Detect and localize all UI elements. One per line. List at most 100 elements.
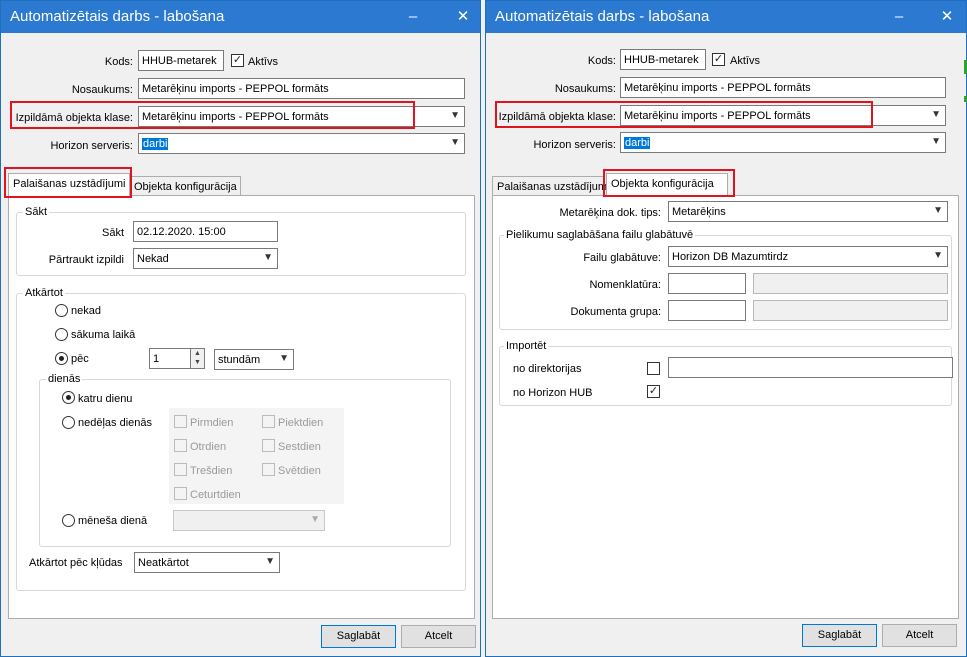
checkbox-piektdien[interactable] [262,415,275,428]
radio-sakuma-label: sākuma laikā [71,329,136,341]
pirmdien-label: Pirmdien [190,417,234,429]
pec-unit-combobox[interactable]: stundām ▼ [214,349,294,370]
nomenklatura-input[interactable] [668,273,746,294]
radio-pec-label: pēc [71,353,89,365]
dok-grupa-input[interactable] [668,300,746,321]
server-combobox[interactable]: darbi ▼ [620,132,946,153]
radio-nedelas-dienas[interactable] [62,416,75,429]
radio-menesa-diena-label: mēneša dienā [78,515,148,527]
checkbox-svetdien[interactable] [262,463,275,476]
right-title-bar[interactable]: Automatizētais darbs - labošana – ✕ [486,1,966,33]
nosaukums-label: Nosaukums: [554,83,616,95]
dok-tips-combobox[interactable]: Metarēķins ▼ [668,201,948,222]
partraukt-combobox[interactable]: Nekad ▼ [133,248,278,269]
aktivs-checkbox[interactable]: ✓ [712,53,725,66]
kods-label: Kods: [587,55,616,67]
radio-katru-dienu-label: katru dienu [78,393,133,405]
tab-objekta-konfiguracija[interactable]: Objekta konfigurācija [129,176,241,197]
chevron-down-icon: ▼ [265,556,275,567]
left-title-bar[interactable]: Automatizētais darbs - labošana – ✕ [1,1,480,33]
tresdien-label: Trešdien [190,465,233,477]
spin-down-icon[interactable]: ▼ [191,358,204,367]
highlight-box-tab [4,167,132,198]
aktivs-checkbox[interactable]: ✓ [231,54,244,67]
kods-label: Kods: [104,56,133,68]
radio-katru-dienu[interactable] [62,391,75,404]
radio-menesa-diena[interactable] [62,514,75,527]
window-title: Automatizētais darbs - labošana [10,8,225,25]
sakt-group-label: Sākt [23,206,50,219]
cancel-button[interactable]: Atcelt [882,624,957,647]
server-combobox[interactable]: darbi ▼ [138,133,465,154]
window-title: Automatizētais darbs - labošana [495,8,710,25]
kods-input[interactable]: HHUB-metarek [138,50,224,71]
server-value: darbi [624,137,651,149]
chevron-down-icon: ▼ [450,137,460,148]
server-label: Horizon serveris: [50,140,133,152]
checkbox-ceturtdien[interactable] [174,487,187,500]
radio-sakuma[interactable] [55,328,68,341]
nomenklatura-label: Nomenklatūra: [589,279,661,291]
chevron-down-icon: ▼ [450,110,460,121]
checkbox-tresdien[interactable] [174,463,187,476]
partraukt-value: Nekad [137,253,169,265]
ceturtdien-label: Ceturtdien [190,489,241,501]
no-dir-checkbox[interactable] [647,362,660,375]
close-icon[interactable]: ✕ [932,1,962,33]
tab-panel: Metarēķina dok. tips: Metarēķins ▼ Pieli… [492,195,959,619]
checkbox-sestdien[interactable] [262,439,275,452]
radio-nekad[interactable] [55,304,68,317]
nosaukums-input[interactable]: Metarēķinu imports - PEPPOL formāts [620,77,946,98]
spin-up-icon[interactable]: ▲ [191,349,204,358]
right-dialog-window: Automatizētais darbs - labošana – ✕ Kods… [485,0,967,657]
left-dialog-window: Automatizētais darbs - labošana – ✕ Kods… [0,0,481,657]
dienas-group-label: dienās [46,373,83,386]
chevron-down-icon: ▼ [931,109,941,120]
chevron-down-icon: ▼ [933,205,943,216]
glabatuve-combobox[interactable]: Horizon DB Mazumtirdz ▼ [668,246,948,267]
otrdien-label: Otrdien [190,441,227,453]
checkbox-pirmdien[interactable] [174,415,187,428]
highlight-box-tab [603,169,735,197]
chevron-down-icon: ▼ [931,136,941,147]
svetdien-label: Svētdien [278,465,321,477]
glabatuve-label: Failu glabātuve: [583,252,661,264]
save-button[interactable]: Saglabāt [321,625,396,648]
tab-panel: Sākt Sākt 02.12.2020. 15:00 Pārtraukt iz… [8,195,475,619]
no-hub-label: no Horizon HUB [513,387,593,399]
chevron-down-icon: ▼ [310,514,320,525]
minimize-icon[interactable]: – [398,1,428,33]
highlight-box-klase [10,101,415,129]
directory-input[interactable] [668,357,953,378]
radio-pec[interactable] [55,352,68,365]
save-button[interactable]: Saglabāt [802,624,877,647]
chevron-down-icon: ▼ [279,353,289,364]
importet-group-label: Importēt [504,340,549,353]
no-hub-checkbox[interactable]: ✓ [647,385,660,398]
chevron-down-icon: ▼ [263,252,273,263]
piektdien-label: Piektdien [278,417,324,429]
nomenklatura-name-field [753,273,948,294]
pec-spinner[interactable]: ▲ ▼ [191,348,205,369]
tab-palaisanas[interactable]: Palaišanas uzstādījumi [492,176,610,197]
nosaukums-label: Nosaukums: [71,84,133,96]
highlight-box-klase [495,101,873,128]
cancel-button[interactable]: Atcelt [401,625,476,648]
kludas-value: Neatkārtot [138,557,189,569]
sakt-label: Sākt [101,227,124,239]
aktivs-label: Aktīvs [248,56,278,68]
partraukt-label: Pārtraukt izpildi [48,254,124,266]
pielikumu-group-label: Pielikumu saglabāšana failu glabātuvē [504,229,696,242]
checkbox-otrdien[interactable] [174,439,187,452]
kludas-combobox[interactable]: Neatkārtot ▼ [134,552,280,573]
nosaukums-input[interactable]: Metarēķinu imports - PEPPOL formāts [138,78,465,99]
minimize-icon[interactable]: – [884,1,914,33]
dok-grupa-name-field [753,300,948,321]
kods-input[interactable]: HHUB-metarek [620,49,706,70]
close-icon[interactable]: ✕ [448,1,478,33]
menesa-diena-combobox[interactable]: ▼ [173,510,325,531]
glabatuve-value: Horizon DB Mazumtirdz [672,251,789,263]
radio-nedelas-dienas-label: nedēļas dienās [78,417,153,429]
pec-number-input[interactable]: 1 [149,348,191,369]
sakt-input[interactable]: 02.12.2020. 15:00 [133,221,278,242]
